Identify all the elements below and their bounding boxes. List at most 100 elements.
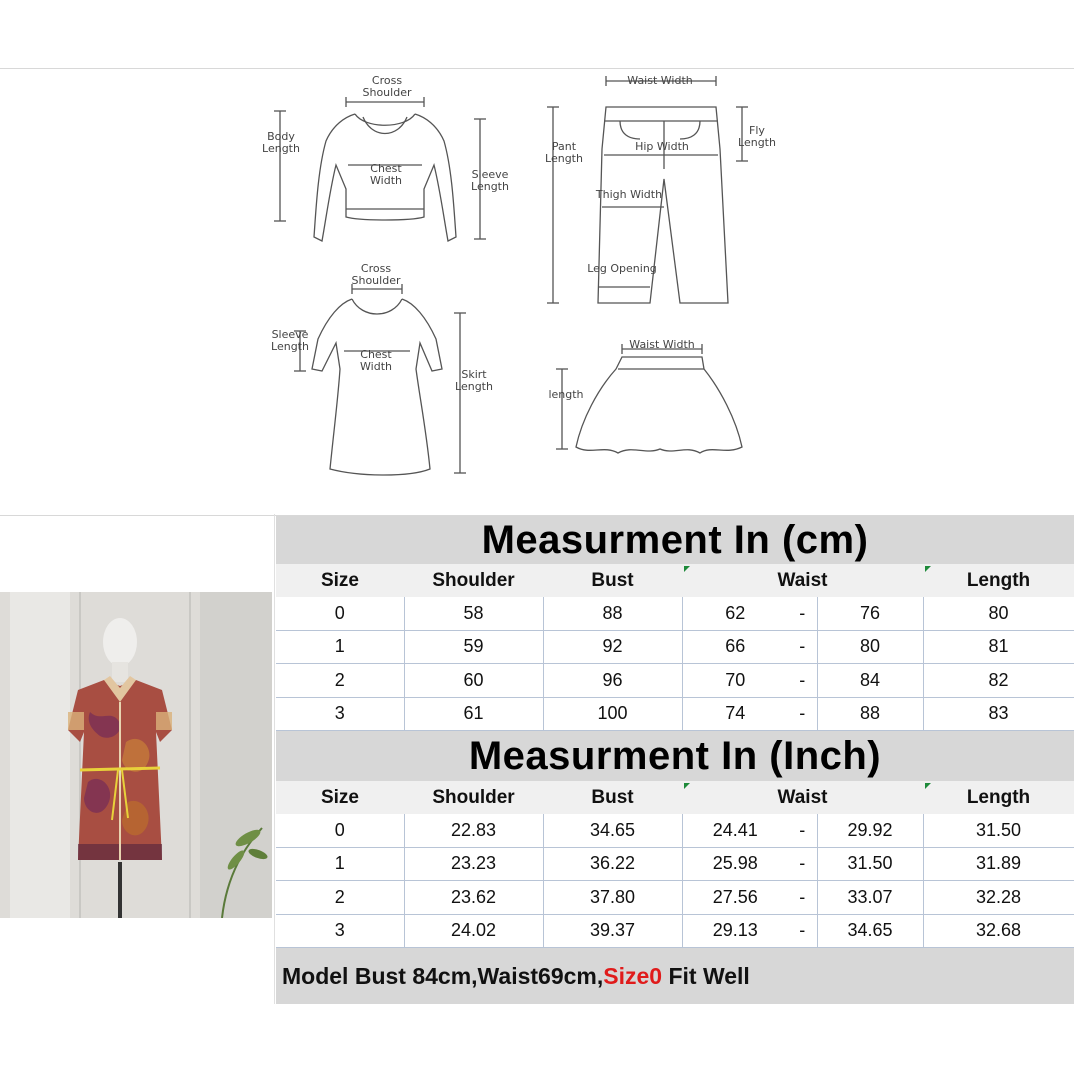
cell-waist-max: 29.92: [817, 814, 924, 848]
cell-waist-dash: -: [788, 880, 818, 915]
top-sleeve-length-label: Sleeve Length: [471, 168, 509, 193]
cell-length: 32.28: [923, 880, 1074, 915]
table-row: 1 23.23 36.22 25.98 - 31.50 31.89: [276, 847, 1074, 881]
pants-thigh-width-label: Thigh Width: [595, 188, 663, 201]
cell-waist-dash: -: [788, 914, 818, 948]
fit-note-size: Size0: [603, 962, 663, 989]
pants-hip-width-label: Hip Width: [635, 140, 689, 153]
cell-length: 81: [923, 630, 1074, 664]
cell-bust: 92: [543, 630, 683, 664]
cm-table-header-row: Size Shoulder Bust Waist Length: [276, 564, 1074, 597]
cell-waist-min: 62: [682, 597, 788, 631]
cell-shoulder: 61: [404, 697, 544, 731]
cell-bust: 36.22: [543, 847, 683, 881]
measurement-tables: Measurment In (cm) Size Shoulder Bust Wa…: [276, 516, 1074, 1004]
cell-shoulder: 59: [404, 630, 544, 664]
dress-skirt-length-label: Skirt Length: [455, 368, 493, 393]
cell-waist-min: 74: [682, 697, 788, 731]
cell-waist-max: 84: [817, 663, 924, 698]
cm-table: Size Shoulder Bust Waist Length 0 58 88 …: [276, 564, 1074, 731]
table-row: 2 60 96 70 - 84 82: [276, 663, 1074, 698]
cell-length: 82: [923, 663, 1074, 698]
cell-bust: 37.80: [543, 880, 683, 915]
cell-size: 3: [276, 697, 405, 731]
cm-header-length: Length: [923, 564, 1074, 597]
inch-header-waist: Waist: [682, 781, 923, 814]
cell-shoulder: 58: [404, 597, 544, 631]
model-fit-note: Model Bust 84cm,Waist69cm, Size0 Fit Well: [276, 948, 1074, 1004]
inch-header-length: Length: [923, 781, 1074, 814]
inch-header-bust: Bust: [543, 781, 682, 814]
table-row: 0 22.83 34.65 24.41 - 29.92 31.50: [276, 814, 1074, 848]
cell-size: 1: [276, 847, 405, 881]
cell-waist-min: 27.56: [682, 880, 788, 915]
garment-diagrams: [274, 76, 748, 476]
fit-note-suffix: Fit Well: [662, 962, 750, 989]
cell-waist-dash: -: [788, 663, 818, 698]
cell-waist-max: 76: [817, 597, 924, 631]
cell-waist-min: 24.41: [682, 814, 788, 848]
cell-bust: 100: [543, 697, 683, 731]
cell-bust: 39.37: [543, 914, 683, 948]
cm-header-size: Size: [276, 564, 404, 597]
dress-sleeve-length-label: Sleeve Length: [271, 328, 309, 353]
fit-note-text: Model Bust 84cm,Waist69cm,: [282, 962, 604, 989]
cell-waist-max: 88: [817, 697, 924, 731]
skirt-length-label: length: [548, 388, 584, 401]
mannequin-image: [0, 592, 272, 918]
cell-bust: 34.65: [543, 814, 683, 848]
cell-waist-dash: -: [788, 630, 818, 664]
cell-size: 2: [276, 880, 405, 915]
cm-table-title: Measurment In (cm): [276, 516, 1074, 564]
cell-waist-max: 34.65: [817, 914, 924, 948]
cell-waist-min: 25.98: [682, 847, 788, 881]
pants-leg-opening-label: Leg Opening: [587, 262, 657, 275]
inch-header-size: Size: [276, 781, 404, 814]
cell-waist-max: 80: [817, 630, 924, 664]
cell-waist-min: 29.13: [682, 914, 788, 948]
skirt-waist-width-label: Waist Width: [629, 338, 695, 351]
cell-size: 0: [276, 814, 405, 848]
inch-table-title: Measurment In (Inch): [276, 731, 1074, 781]
top-body-length-label: Body Length: [262, 130, 300, 155]
pants-waist-width-label: Waist Width: [627, 74, 693, 87]
pants-fly-length-label: Fly Length: [738, 124, 776, 149]
cm-header-bust: Bust: [543, 564, 682, 597]
cell-shoulder: 22.83: [404, 814, 544, 848]
cell-bust: 88: [543, 597, 683, 631]
model-photo: [0, 592, 272, 918]
cell-shoulder: 60: [404, 663, 544, 698]
table-row: 2 23.62 37.80 27.56 - 33.07 32.28: [276, 880, 1074, 915]
cell-length: 32.68: [923, 914, 1074, 948]
pants-length-label: Pant Length: [545, 140, 583, 165]
dress-diagram: [294, 284, 466, 476]
cell-waist-dash: -: [788, 697, 818, 731]
cell-waist-min: 66: [682, 630, 788, 664]
cell-length: 80: [923, 597, 1074, 631]
cell-waist-dash: -: [788, 814, 818, 848]
table-row: 3 61 100 74 - 88 83: [276, 697, 1074, 731]
table-row: 3 24.02 39.37 29.13 - 34.65 32.68: [276, 914, 1074, 948]
dress-chest-width-label: Chest Width: [360, 348, 392, 373]
table-row: 1 59 92 66 - 80 81: [276, 630, 1074, 664]
table-row: 0 58 88 62 - 76 80: [276, 597, 1074, 631]
inch-header-shoulder: Shoulder: [404, 781, 543, 814]
cell-waist-dash: -: [788, 597, 818, 631]
cell-length: 31.50: [923, 814, 1074, 848]
cell-waist-max: 33.07: [817, 880, 924, 915]
top-chest-width-label: Chest Width: [370, 162, 402, 187]
cell-waist-dash: -: [788, 847, 818, 881]
cm-header-shoulder: Shoulder: [404, 564, 543, 597]
cell-size: 2: [276, 663, 405, 698]
inch-table: Size Shoulder Bust Waist Length 0 22.83 …: [276, 781, 1074, 948]
cell-waist-min: 70: [682, 663, 788, 698]
inch-table-header-row: Size Shoulder Bust Waist Length: [276, 781, 1074, 814]
cell-shoulder: 24.02: [404, 914, 544, 948]
cell-bust: 96: [543, 663, 683, 698]
top-cross-shoulder-label: Cross Shoulder: [362, 74, 412, 99]
cell-size: 1: [276, 630, 405, 664]
cell-shoulder: 23.23: [404, 847, 544, 881]
cell-shoulder: 23.62: [404, 880, 544, 915]
size-diagram-panel: Cross Shoulder Body Length Chest Width S…: [0, 68, 1074, 516]
cell-size: 0: [276, 597, 405, 631]
